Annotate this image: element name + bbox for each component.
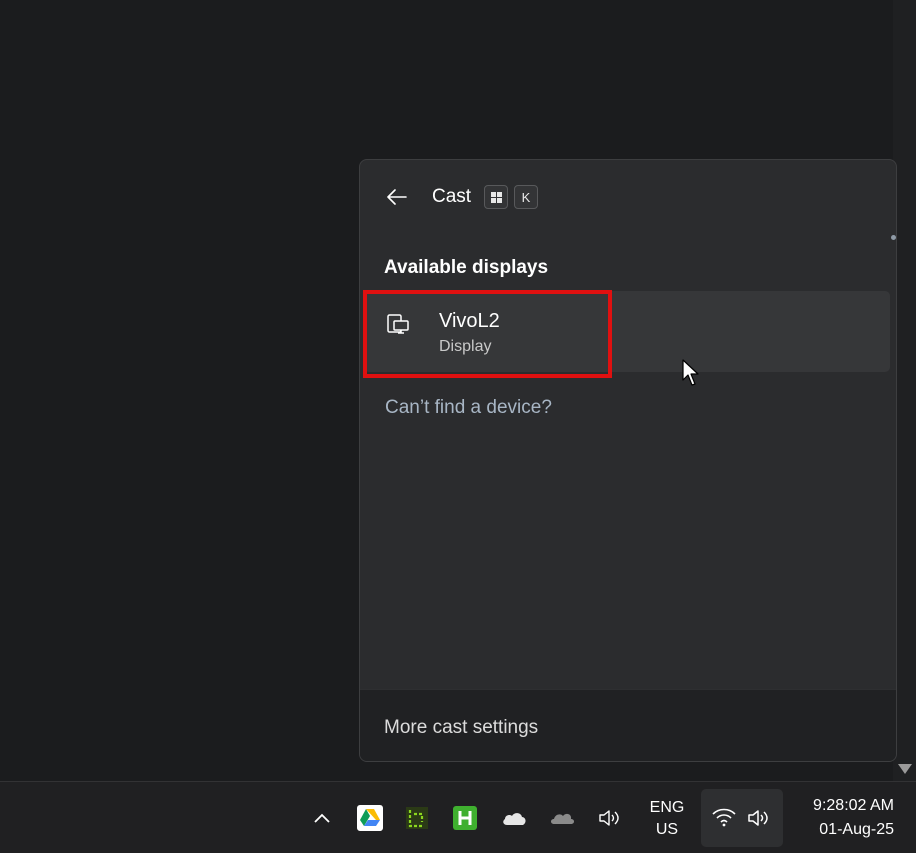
shortcut-key-k: K xyxy=(514,185,538,209)
device-item-vivol2[interactable]: VivoL2 Display xyxy=(364,291,890,372)
display-cast-icon xyxy=(387,314,409,334)
onedrive-tray-button[interactable] xyxy=(499,782,529,853)
greenshot-tray-button[interactable] xyxy=(403,782,431,853)
shortcut-key-windows xyxy=(484,185,508,209)
show-hidden-icons-button[interactable] xyxy=(309,782,335,853)
cast-title: Cast xyxy=(432,186,472,207)
device-name: VivoL2 xyxy=(439,310,500,332)
cloud-icon xyxy=(551,813,574,824)
available-displays-heading: Available displays xyxy=(384,257,549,278)
hyper-h-icon xyxy=(453,806,477,830)
network-volume-button[interactable] xyxy=(701,789,783,847)
language-region: US xyxy=(655,821,679,838)
google-drive-icon xyxy=(357,805,383,831)
input-language-indicator[interactable]: ENG US xyxy=(641,797,693,841)
wifi-icon xyxy=(712,808,736,827)
cast-footer: More cast settings xyxy=(360,689,896,761)
speaker-icon xyxy=(599,810,619,826)
chevron-up-icon xyxy=(314,813,330,823)
onedrive-icon xyxy=(503,813,526,825)
cast-flyout: Cast K Available displays VivoL2 Display… xyxy=(359,159,897,762)
hyper-tray-button[interactable] xyxy=(451,782,479,853)
cloud-tray-button[interactable] xyxy=(547,782,577,853)
windows-logo-icon xyxy=(490,191,502,203)
scroll-down-arrow-icon[interactable] xyxy=(898,764,912,774)
back-button[interactable] xyxy=(382,182,412,212)
mouse-cursor-icon xyxy=(682,359,699,386)
device-type: Display xyxy=(439,338,492,355)
google-drive-tray-button[interactable] xyxy=(355,782,385,853)
volume-tray-button[interactable] xyxy=(596,782,624,853)
cast-header: Cast K xyxy=(360,160,896,232)
speaker-volume-icon xyxy=(748,810,768,826)
arrow-left-icon xyxy=(387,189,407,205)
greenshot-icon xyxy=(406,807,428,829)
scroll-indicator-dot xyxy=(891,235,896,240)
cant-find-device-link[interactable]: Can’t find a device? xyxy=(385,397,552,419)
language-code: ENG xyxy=(649,799,685,816)
taskbar-clock[interactable]: 9:28:02 AM 01-Aug-25 xyxy=(790,794,894,842)
clock-time: 9:28:02 AM xyxy=(813,797,894,814)
clock-date: 01-Aug-25 xyxy=(819,821,894,838)
more-cast-settings-link[interactable]: More cast settings xyxy=(384,717,538,739)
taskbar: ENG US 9:28:02 AM 01-Aug-25 xyxy=(0,781,916,853)
